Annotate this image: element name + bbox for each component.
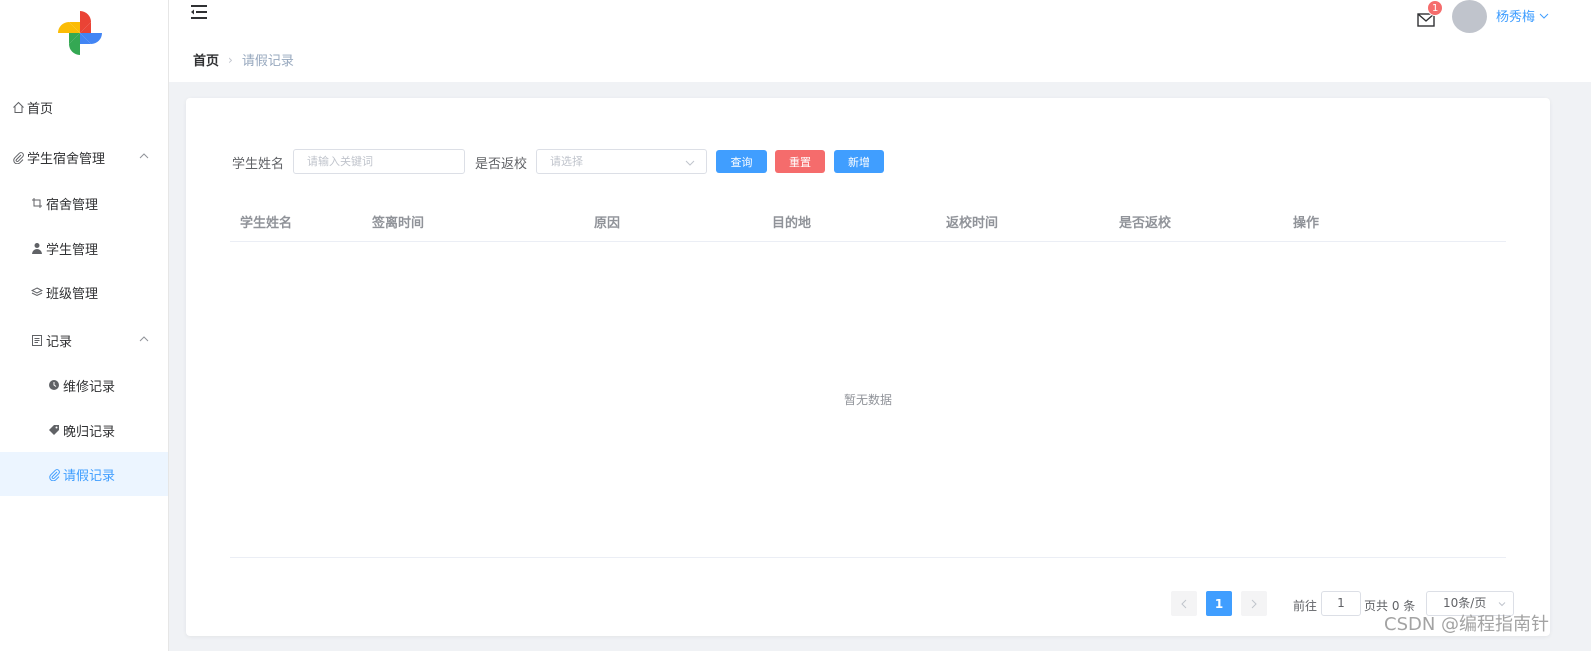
sidebar-item-label: 维修记录 bbox=[63, 379, 116, 395]
avatar[interactable] bbox=[1452, 0, 1487, 33]
sidebar-item-label: 晚归记录 bbox=[63, 424, 116, 440]
breadcrumb-home[interactable]: 首页 bbox=[193, 50, 219, 69]
column-header: 是否返校 bbox=[1119, 216, 1172, 231]
crop-icon bbox=[30, 196, 44, 210]
sidebar-item-label: 班级管理 bbox=[46, 286, 99, 302]
reset-button[interactable]: 重置 bbox=[775, 150, 825, 173]
column-header: 目的地 bbox=[772, 216, 812, 231]
logo-icon bbox=[58, 11, 102, 55]
sidebar-item-label: 宿舍管理 bbox=[46, 197, 99, 213]
user-icon bbox=[30, 241, 44, 255]
student-name-placeholder: 请输入关键词 bbox=[307, 155, 373, 168]
sidebar-item-records[interactable]: 记录 bbox=[0, 318, 168, 362]
sidebar-item-label: 学生管理 bbox=[46, 242, 99, 258]
returned-select[interactable]: 请选择 bbox=[536, 149, 707, 174]
column-header: 原因 bbox=[594, 216, 621, 231]
column-header: 签离时间 bbox=[372, 216, 425, 231]
page-size-value: 10条/页 bbox=[1443, 596, 1487, 610]
sidebar-item-leave-records[interactable]: 请假记录 bbox=[0, 452, 168, 496]
user-menu[interactable]: 杨秀梅 bbox=[1496, 6, 1550, 25]
sidebar-item-home[interactable]: 首页 bbox=[0, 85, 168, 129]
column-header: 操作 bbox=[1293, 216, 1320, 231]
document-icon bbox=[30, 333, 44, 347]
notification-badge: 1 bbox=[1427, 0, 1444, 16]
sidebar-item-classes[interactable]: 班级管理 bbox=[0, 270, 168, 314]
chevron-down-icon bbox=[1539, 13, 1549, 19]
chevron-left-icon bbox=[1181, 599, 1187, 608]
tag-icon bbox=[47, 423, 61, 437]
chevron-down-icon bbox=[685, 160, 695, 166]
sidebar: 首页 学生宿舍管理 宿舍管理 学生管理 班级管理 记录 维修记录 晚归记录 请假… bbox=[0, 0, 169, 651]
column-header: 返校时间 bbox=[946, 216, 999, 231]
student-name-input[interactable]: 请输入关键词 bbox=[293, 149, 465, 174]
menu-toggle-icon[interactable] bbox=[190, 4, 208, 20]
chevron-down-icon bbox=[1498, 602, 1506, 607]
chevron-up-icon bbox=[139, 336, 149, 342]
page-number-button[interactable]: 1 bbox=[1206, 591, 1232, 616]
add-button[interactable]: 新增 bbox=[834, 150, 884, 173]
breadcrumb: 首页 › 请假记录 bbox=[193, 50, 294, 70]
layers-icon bbox=[30, 285, 44, 299]
header: 首页 › 请假记录 1 杨秀梅 bbox=[169, 0, 1591, 82]
sidebar-item-dormitory[interactable]: 宿舍管理 bbox=[0, 181, 168, 225]
sidebar-item-label: 请假记录 bbox=[63, 468, 116, 484]
clock-icon bbox=[47, 378, 61, 392]
goto-page-input[interactable]: 1 bbox=[1321, 591, 1361, 616]
sidebar-item-repair-records[interactable]: 维修记录 bbox=[0, 363, 168, 407]
sidebar-item-label: 首页 bbox=[27, 101, 54, 117]
sidebar-item-late-records[interactable]: 晚归记录 bbox=[0, 408, 168, 452]
table-header: 学生姓名 签离时间 原因 目的地 返校时间 是否返校 操作 bbox=[230, 200, 1506, 242]
returned-label: 是否返校 bbox=[475, 157, 528, 172]
chevron-right-icon: › bbox=[228, 52, 233, 67]
prev-page-button[interactable] bbox=[1171, 591, 1197, 616]
returned-placeholder: 请选择 bbox=[550, 155, 583, 168]
next-page-button[interactable] bbox=[1241, 591, 1267, 616]
home-icon bbox=[11, 100, 25, 114]
chevron-up-icon bbox=[139, 153, 149, 159]
sidebar-item-dorm-management[interactable]: 学生宿舍管理 bbox=[0, 135, 168, 179]
username: 杨秀梅 bbox=[1496, 10, 1536, 25]
goto-label: 前往 bbox=[1293, 599, 1318, 613]
chevron-right-icon bbox=[1251, 599, 1257, 608]
student-name-label: 学生姓名 bbox=[232, 157, 285, 172]
paperclip-icon bbox=[11, 150, 25, 164]
column-header: 学生姓名 bbox=[240, 216, 293, 231]
sidebar-item-label: 学生宿舍管理 bbox=[27, 151, 106, 167]
sidebar-item-label: 记录 bbox=[46, 334, 73, 350]
query-button[interactable]: 查询 bbox=[716, 150, 767, 173]
empty-text: 暂无数据 bbox=[843, 393, 892, 407]
table-body: 暂无数据 bbox=[230, 241, 1506, 558]
breadcrumb-current: 请假记录 bbox=[241, 54, 294, 69]
watermark: CSDN @编程指南针 bbox=[1384, 614, 1550, 635]
paperclip-icon bbox=[47, 467, 61, 481]
sidebar-item-students[interactable]: 学生管理 bbox=[0, 226, 168, 270]
